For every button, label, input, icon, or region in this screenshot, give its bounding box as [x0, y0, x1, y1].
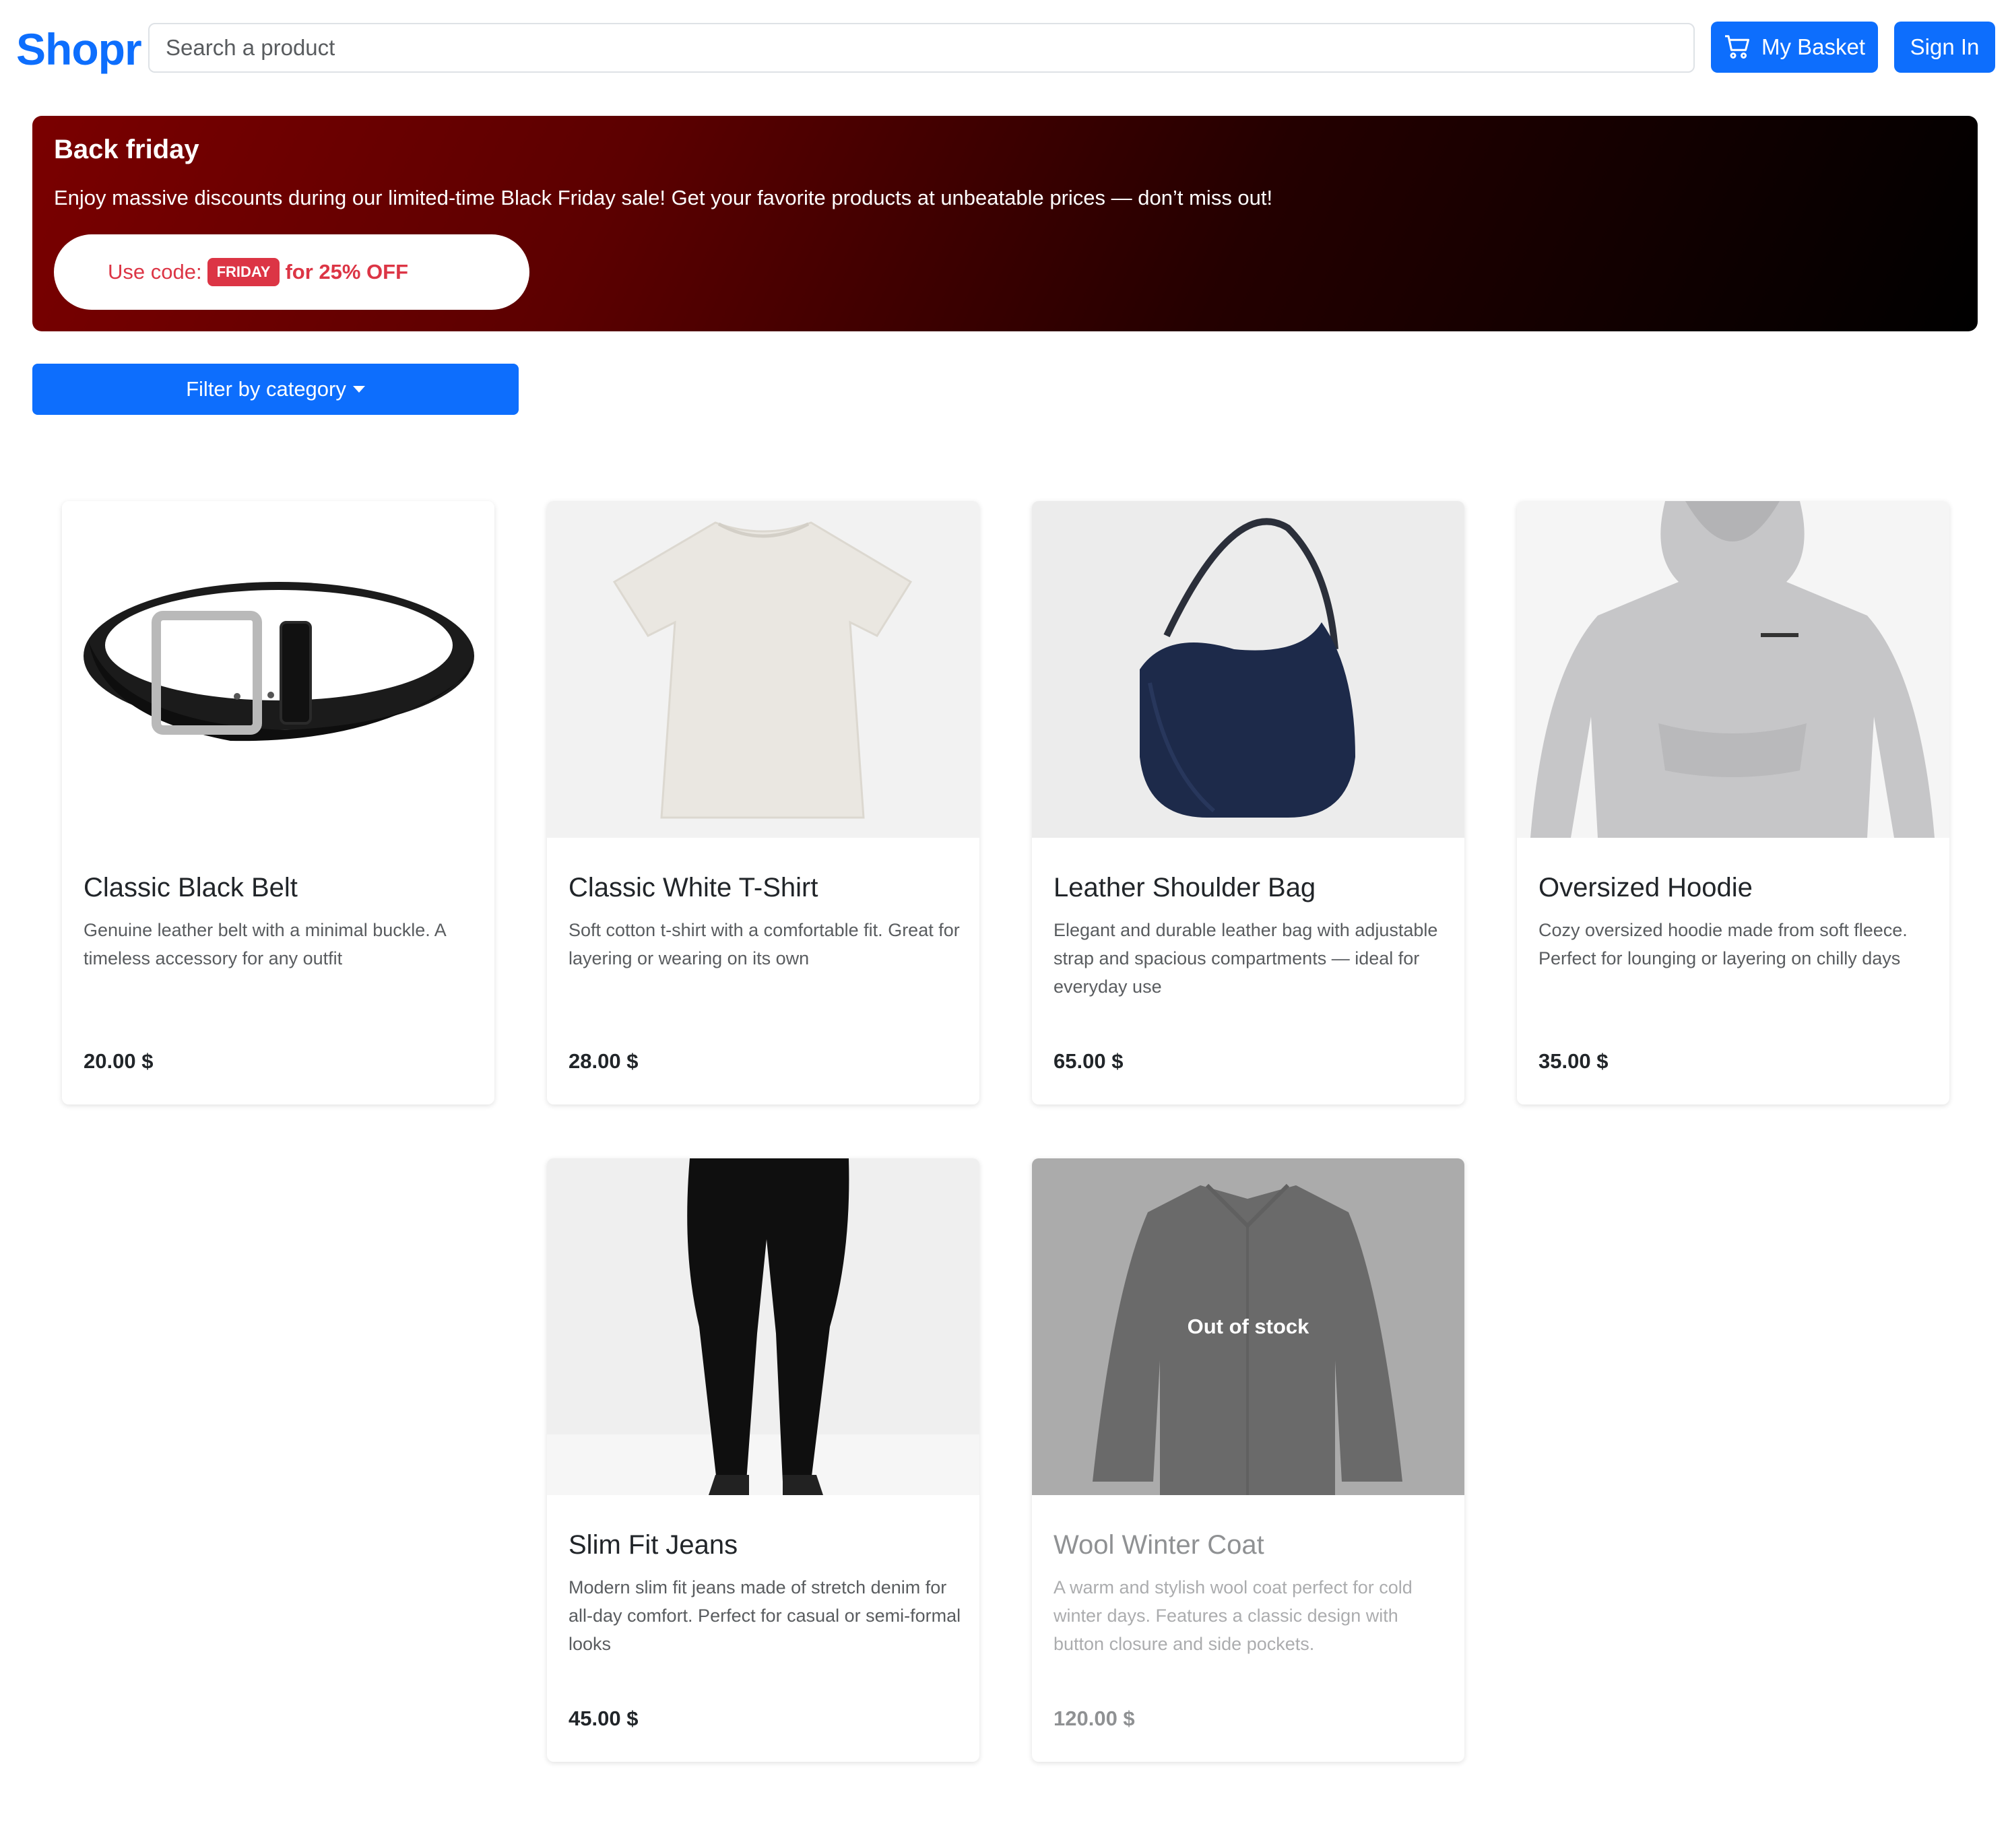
out-of-stock-overlay: Out of stock [1032, 1158, 1464, 1495]
jeans-image [547, 1158, 979, 1495]
product-name[interactable]: Leather Shoulder Bag [1053, 873, 1316, 903]
product-price: 120.00 $ [1053, 1707, 1135, 1730]
my-basket-button[interactable]: My Basket [1711, 22, 1878, 73]
product-card[interactable]: Classic White T-Shirt Soft cotton t-shir… [547, 501, 979, 1104]
product-name[interactable]: Classic White T-Shirt [569, 873, 818, 903]
cart-icon [1724, 35, 1749, 59]
banner-text: Enjoy massive discounts during our limit… [54, 186, 1273, 209]
bag-image [1032, 501, 1464, 838]
banner-title: Back friday [54, 135, 199, 164]
tshirt-image [547, 501, 979, 838]
product-description: Cozy oversized hoodie made from soft fle… [1538, 920, 1908, 968]
product-description: Elegant and durable leather bag with adj… [1053, 920, 1438, 997]
brand-logo[interactable]: Shopr [16, 20, 142, 78]
belt-image [62, 501, 494, 838]
coat-image: Out of stock [1032, 1158, 1464, 1495]
hoodie-image [1517, 501, 1949, 838]
sign-in-button[interactable]: Sign In [1894, 22, 1995, 73]
product-name[interactable]: Slim Fit Jeans [569, 1530, 738, 1560]
navbar: Shopr My Basket Sign In [0, 0, 2010, 97]
promo-banner: Back friday Enjoy massive discounts duri… [32, 116, 1978, 331]
product-card[interactable]: Classic Black Belt Genuine leather belt … [62, 501, 494, 1104]
filter-label: Filter by category [186, 377, 346, 401]
promo-pill: Use code: FRIDAY for 25% OFF [54, 234, 529, 310]
product-name[interactable]: Classic Black Belt [84, 873, 298, 903]
promo-code-badge: FRIDAY [207, 258, 280, 286]
product-description: Soft cotton t-shirt with a comfortable f… [569, 920, 960, 968]
product-card[interactable]: Leather Shoulder Bag Elegant and durable… [1032, 501, 1464, 1104]
product-name[interactable]: Oversized Hoodie [1538, 873, 1753, 903]
search-input[interactable] [148, 23, 1695, 73]
promo-suffix: for 25% OFF [285, 260, 409, 284]
product-price: 45.00 $ [569, 1707, 639, 1730]
product-description: A warm and stylish wool coat perfect for… [1053, 1577, 1413, 1654]
product-price: 28.00 $ [569, 1049, 639, 1073]
promo-prefix: Use code: [108, 260, 202, 284]
product-price: 35.00 $ [1538, 1049, 1609, 1073]
my-basket-label: My Basket [1761, 34, 1866, 59]
product-card[interactable]: Oversized Hoodie Cozy oversized hoodie m… [1517, 501, 1949, 1104]
product-card[interactable]: Slim Fit Jeans Modern slim fit jeans mad… [547, 1158, 979, 1762]
product-price: 20.00 $ [84, 1049, 154, 1073]
product-price: 65.00 $ [1053, 1049, 1124, 1073]
product-description: Genuine leather belt with a minimal buck… [84, 920, 446, 968]
product-card-out-of-stock[interactable]: Out of stock Wool Winter Coat A warm and… [1032, 1158, 1464, 1762]
filter-by-category-dropdown[interactable]: Filter by category [32, 364, 519, 415]
caret-down-icon [352, 386, 365, 393]
product-description: Modern slim fit jeans made of stretch de… [569, 1577, 961, 1654]
product-name[interactable]: Wool Winter Coat [1053, 1530, 1264, 1560]
